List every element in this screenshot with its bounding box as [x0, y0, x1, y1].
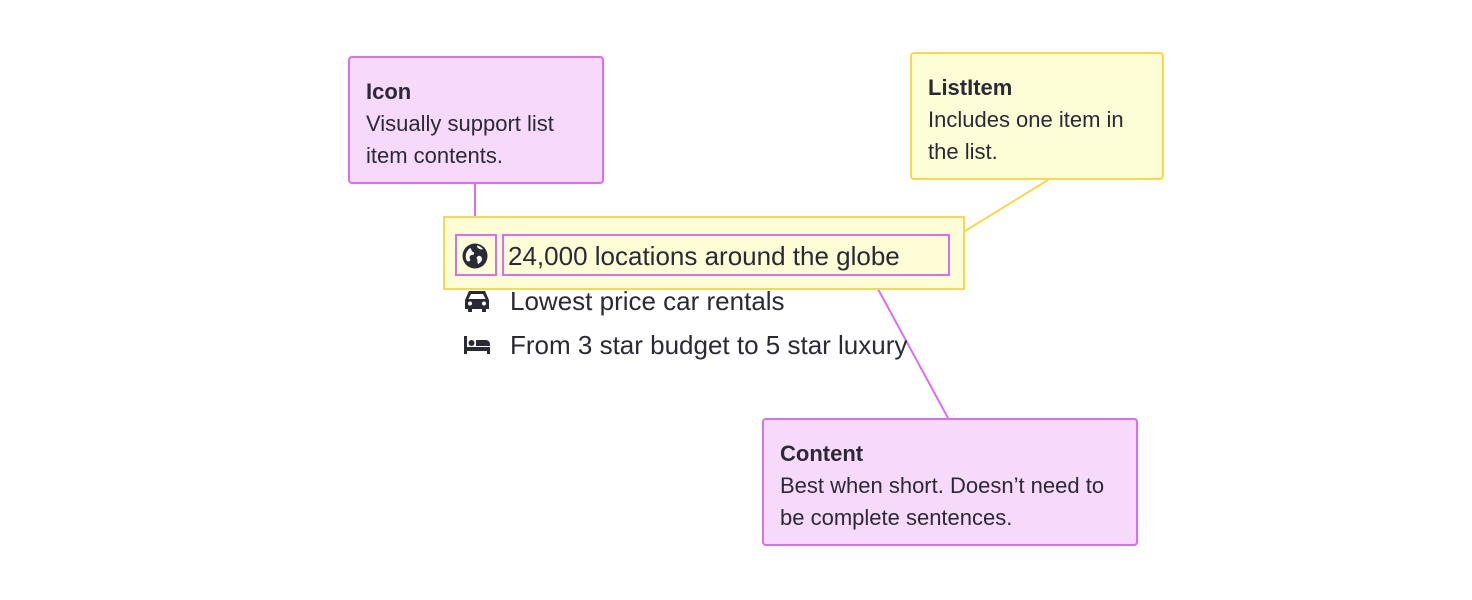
content-callout-title: Content	[780, 441, 864, 466]
list-item-callout-title: ListItem	[928, 75, 1013, 100]
list-item: 24,000 locations around the globe	[460, 236, 900, 276]
list-item-callout-description: Includes one item in the list.	[928, 107, 1124, 164]
content-callout-description: Best when short. Doesn’t need to be comp…	[780, 473, 1105, 530]
list-item-content: 24,000 locations around the globe	[508, 240, 900, 271]
icon-callout: Icon Visually support list item contents…	[348, 56, 604, 184]
icon-callout-description: Visually support list item contents.	[366, 111, 554, 168]
content-callout: Content Best when short. Doesn’t need to…	[762, 418, 1138, 546]
icon-callout-title: Icon	[366, 79, 412, 104]
list-item-connector	[964, 179, 1049, 232]
list-item: Lowest price car rentals	[462, 281, 785, 321]
list-item-content: Lowest price car rentals	[510, 285, 785, 316]
list-item-content: From 3 star budget to 5 star luxury	[510, 329, 908, 360]
list-item-callout: ListItem Includes one item in the list.	[910, 52, 1164, 180]
globe-icon	[460, 241, 490, 271]
car-icon	[462, 286, 492, 316]
bed-icon	[462, 330, 492, 360]
list-item: From 3 star budget to 5 star luxury	[462, 325, 907, 365]
